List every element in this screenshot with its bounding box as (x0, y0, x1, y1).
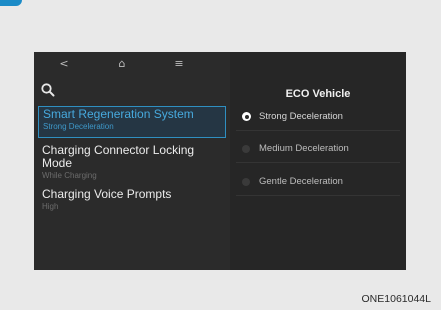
list-item-title: Charging Voice Prompts (42, 187, 172, 201)
list-item-value: High (42, 202, 59, 211)
list-item-smart-regeneration[interactable]: Smart Regeneration System Strong Deceler… (38, 106, 226, 138)
option-gentle-deceleration[interactable]: Gentle Deceleration (238, 173, 398, 193)
option-label: Gentle Deceleration (259, 176, 343, 187)
home-icon[interactable]: ⌂ (112, 55, 132, 73)
option-medium-deceleration[interactable]: Medium Deceleration (238, 140, 398, 160)
panel-title: ECO Vehicle (285, 88, 351, 100)
infotainment-screen: < ⌂ ≡ Smart Regeneration System Strong D… (34, 52, 406, 270)
radio-unselected-icon (242, 178, 250, 186)
corner-tab (0, 0, 22, 6)
option-strong-deceleration[interactable]: Strong Deceleration (238, 108, 398, 128)
divider (236, 162, 400, 163)
radio-unselected-icon (242, 145, 250, 153)
menu-icon[interactable]: ≡ (169, 55, 189, 73)
divider (236, 195, 400, 196)
options-panel: ECO Vehicle Strong Deceleration Medium D… (230, 52, 406, 270)
list-item-value: Strong Deceleration (43, 122, 114, 131)
list-item-charging-voice-prompts[interactable]: Charging Voice Prompts High (38, 188, 226, 212)
option-label: Strong Deceleration (259, 111, 343, 122)
list-item-title: Charging Connector Locking Mode (42, 143, 195, 170)
option-label: Medium Deceleration (259, 143, 349, 154)
back-icon[interactable]: < (54, 55, 74, 73)
list-item-title: Smart Regeneration System (43, 107, 194, 121)
list-item-charging-connector-locking[interactable]: Charging Connector Locking Mode While Ch… (38, 144, 226, 181)
settings-list: Smart Regeneration System Strong Deceler… (38, 106, 226, 212)
list-item-value: While Charging (42, 171, 97, 180)
top-nav-bar: < ⌂ ≡ (34, 52, 224, 76)
search-icon[interactable] (40, 82, 56, 98)
figure-code: ONE1061044L (361, 293, 431, 305)
divider (236, 130, 400, 131)
radio-selected-icon (242, 112, 251, 121)
